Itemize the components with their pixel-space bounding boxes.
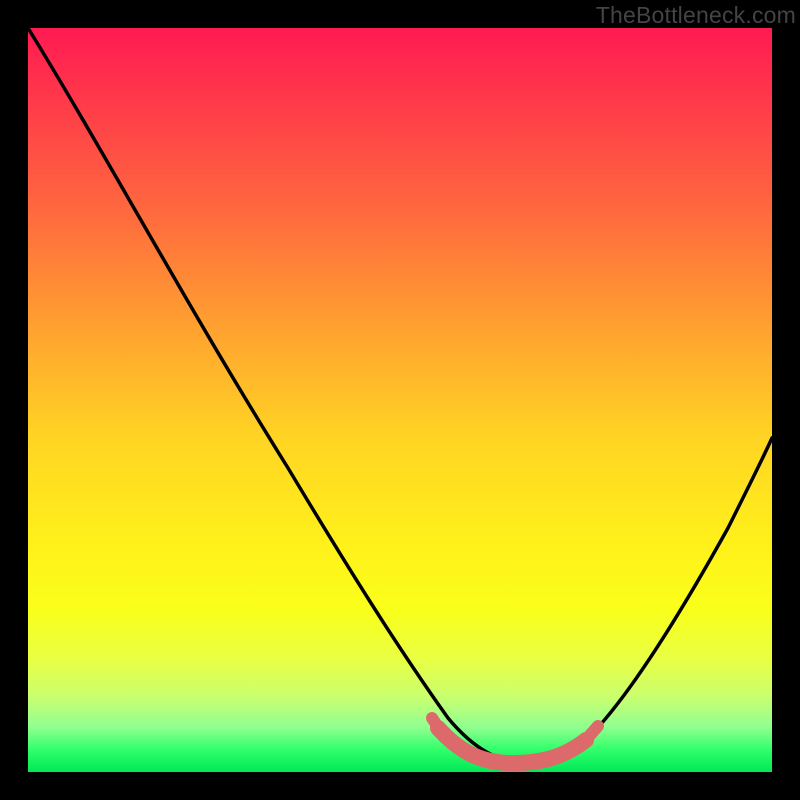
- watermark-text: TheBottleneck.com: [596, 2, 796, 29]
- curve-path: [28, 28, 772, 763]
- highlight-tick-right: [584, 726, 598, 742]
- chart-frame: [28, 28, 772, 772]
- bottleneck-curve: [28, 28, 772, 772]
